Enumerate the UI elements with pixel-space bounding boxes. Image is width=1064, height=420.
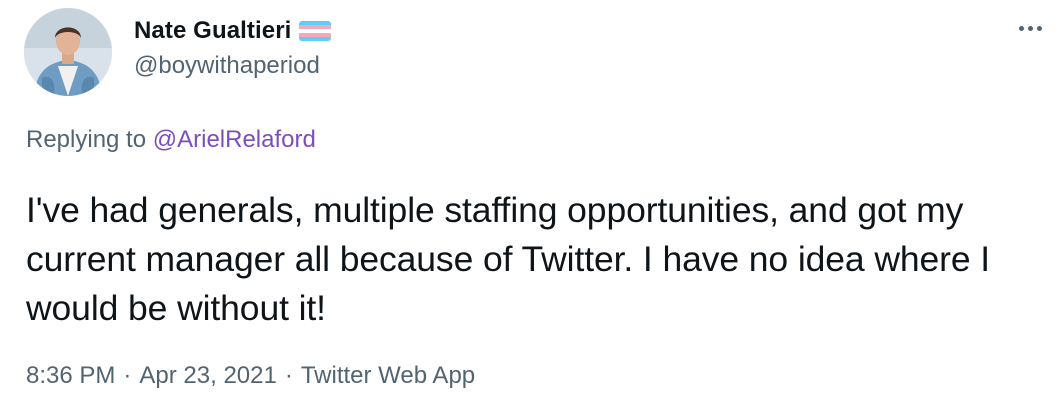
tweet-metadata: 8:36 PM · Apr 23, 2021 · Twitter Web App	[26, 362, 475, 390]
replying-to-line: Replying to @ArielRelaford	[26, 126, 316, 154]
more-horizontal-icon	[1036, 25, 1042, 31]
avatar[interactable]	[24, 8, 112, 96]
author-name-row: Nate Gualtieri	[134, 16, 332, 46]
tweet-text: I've had generals, multiple staffing opp…	[26, 190, 991, 328]
more-horizontal-icon	[1027, 25, 1033, 31]
flag-stripe	[299, 37, 332, 41]
more-options-button[interactable]	[1014, 12, 1046, 44]
replying-to-label: Replying to	[26, 126, 147, 153]
tweet-source[interactable]: Twitter Web App	[301, 362, 475, 390]
tweet: Nate Gualtieri @boywithaperiod Replying …	[0, 0, 1064, 420]
tweet-date[interactable]: Apr 23, 2021	[139, 362, 276, 390]
author-handle[interactable]: @boywithaperiod	[134, 52, 320, 80]
meta-separator: ·	[123, 362, 132, 389]
more-horizontal-icon	[1018, 25, 1024, 31]
tweet-time[interactable]: 8:36 PM	[26, 362, 115, 390]
display-name[interactable]: Nate Gualtieri	[134, 17, 291, 45]
transgender-flag-icon	[299, 21, 332, 41]
meta-separator: ·	[284, 362, 293, 389]
reply-mention-link[interactable]: @ArielRelaford	[153, 126, 316, 153]
